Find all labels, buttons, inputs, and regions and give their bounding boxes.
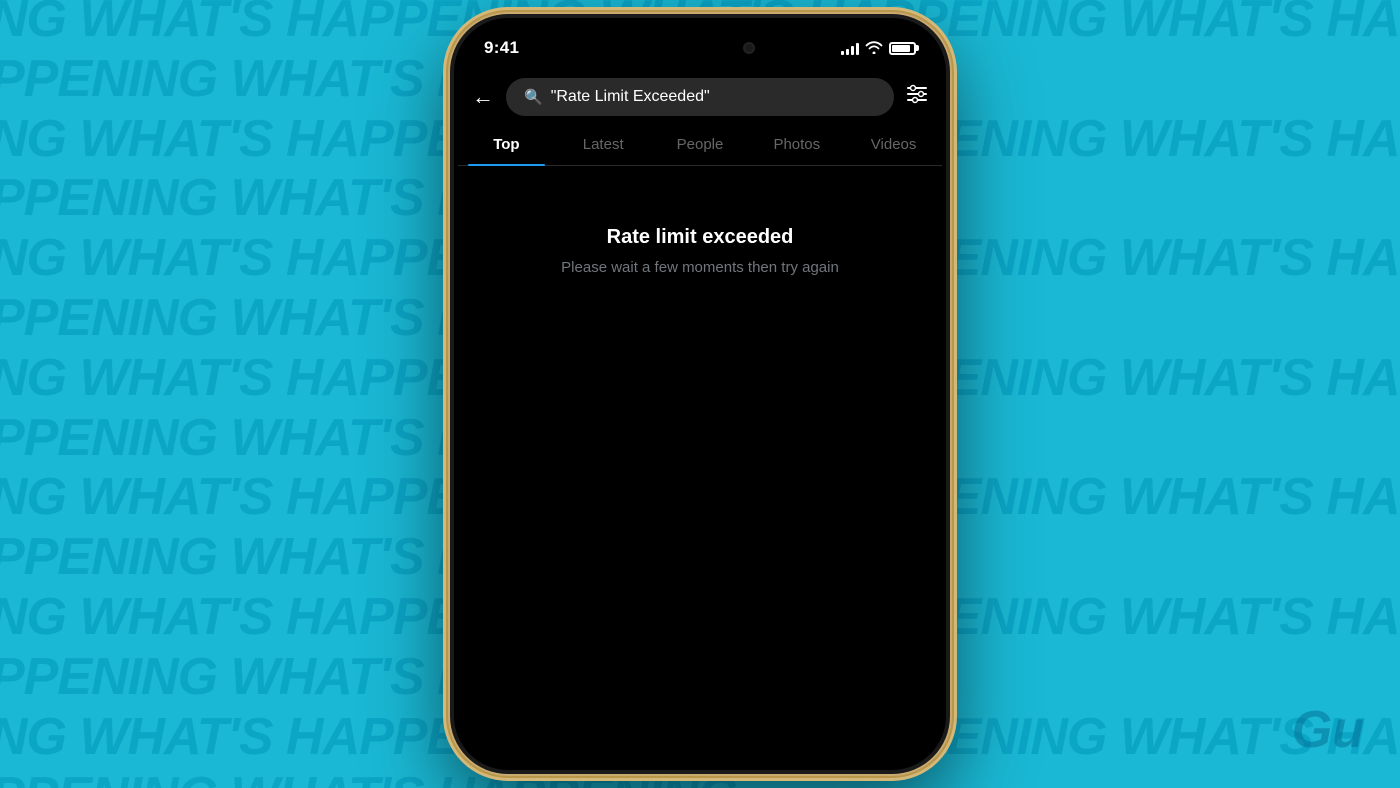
- battery-fill: [892, 45, 910, 52]
- wifi-icon: [865, 40, 883, 57]
- status-icons: [841, 40, 916, 57]
- camera-dot: [743, 42, 755, 54]
- signal-bar-2: [846, 49, 849, 55]
- tab-photos[interactable]: Photos: [748, 126, 845, 165]
- signal-bar-4: [856, 43, 859, 55]
- search-bar[interactable]: 🔍 "Rate Limit Exceeded": [506, 78, 894, 116]
- phone-frame: 9:41: [450, 14, 950, 774]
- back-button[interactable]: ←: [472, 84, 494, 110]
- phone-screen: 9:41: [454, 18, 946, 770]
- error-subtitle: Please wait a few moments then try again: [561, 259, 839, 276]
- tab-latest[interactable]: Latest: [555, 126, 652, 165]
- search-icon: 🔍: [524, 88, 543, 106]
- phone-wrapper: 9:41: [450, 14, 950, 774]
- search-query: "Rate Limit Exceeded": [551, 88, 710, 106]
- filter-button[interactable]: [906, 83, 928, 111]
- tab-top[interactable]: Top: [458, 126, 555, 165]
- watermark: Gu: [1292, 700, 1364, 760]
- battery-icon: [889, 42, 916, 55]
- error-title: Rate limit exceeded: [607, 226, 794, 249]
- search-bar-row: ← 🔍 "Rate Limit Exceeded": [454, 72, 946, 126]
- signal-bar-1: [841, 51, 844, 55]
- tab-people[interactable]: People: [652, 126, 749, 165]
- signal-bar-3: [851, 46, 854, 55]
- tabs-row: Top Latest People Photos Videos: [458, 126, 942, 166]
- status-time: 9:41: [484, 38, 519, 58]
- signal-icon: [841, 41, 859, 55]
- dynamic-island: [637, 30, 763, 66]
- error-content: Rate limit exceeded Please wait a few mo…: [454, 166, 946, 306]
- tab-videos[interactable]: Videos: [845, 126, 942, 165]
